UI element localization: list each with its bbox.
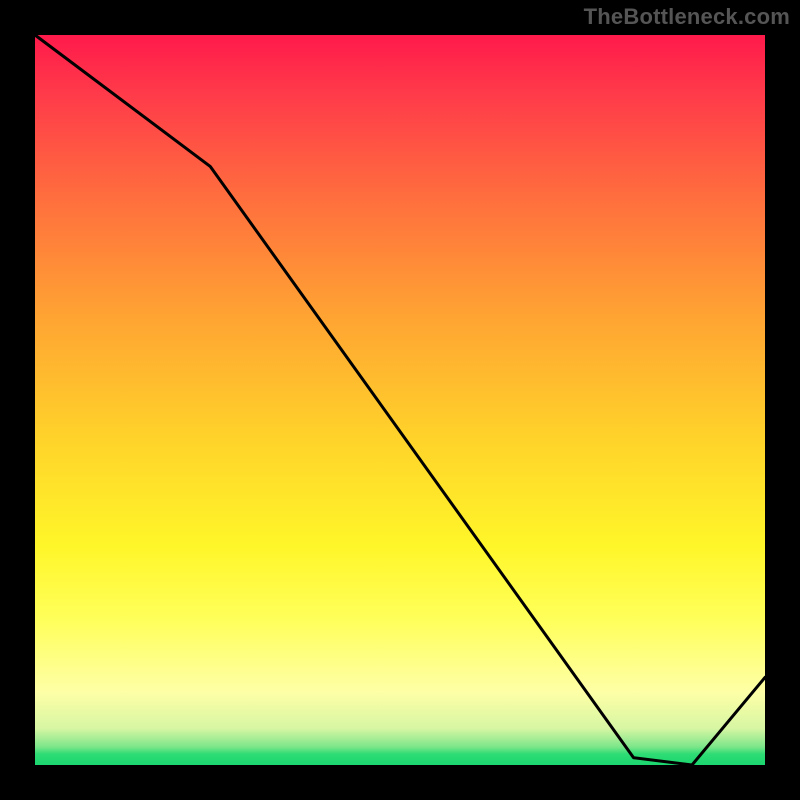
watermark-text: TheBottleneck.com (584, 4, 790, 30)
series-line (35, 35, 765, 765)
line-chart-svg (35, 35, 765, 765)
gradient-plot-area (35, 35, 765, 765)
chart-frame: TheBottleneck.com (0, 0, 800, 800)
